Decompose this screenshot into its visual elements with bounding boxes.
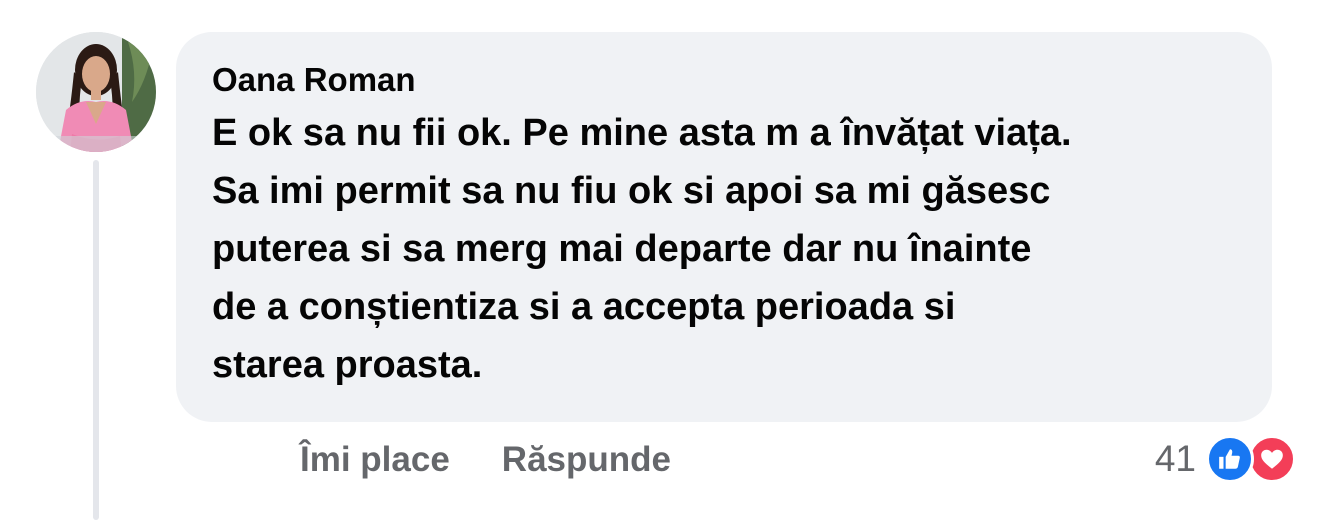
comment-text-line: E ok sa nu fii ok. Pe mine asta m a învă…	[212, 112, 1072, 154]
comment-text-line: de a conștientiza si a accepta perioada …	[212, 286, 956, 328]
reaction-count: 41	[1154, 438, 1196, 479]
comment-bubble: Oana Roman E ok sa nu fii ok. Pe mine as…	[176, 32, 1272, 422]
comment-text-line: starea proasta.	[212, 344, 483, 386]
avatar-photo	[36, 32, 156, 152]
reply-button[interactable]: Răspunde	[502, 438, 671, 482]
like-button[interactable]: Îmi place	[300, 438, 450, 482]
reactions-summary[interactable]: 41	[1155, 434, 1296, 484]
like-icon	[1206, 435, 1254, 483]
avatar[interactable]	[36, 32, 156, 152]
comment-actions: Îmi place Răspunde	[300, 438, 671, 482]
love-icon	[1248, 435, 1296, 483]
thread-line	[93, 160, 99, 520]
comment-text-line: puterea si sa merg mai departe dar nu în…	[212, 228, 1032, 270]
comment-text: E ok sa nu fii ok. Pe mine asta m a învă…	[212, 104, 1242, 394]
comment-text-line: Sa imi permit sa nu fiu ok si apoi sa mi…	[212, 170, 1051, 212]
comment-author[interactable]: Oana Roman	[212, 60, 1242, 100]
